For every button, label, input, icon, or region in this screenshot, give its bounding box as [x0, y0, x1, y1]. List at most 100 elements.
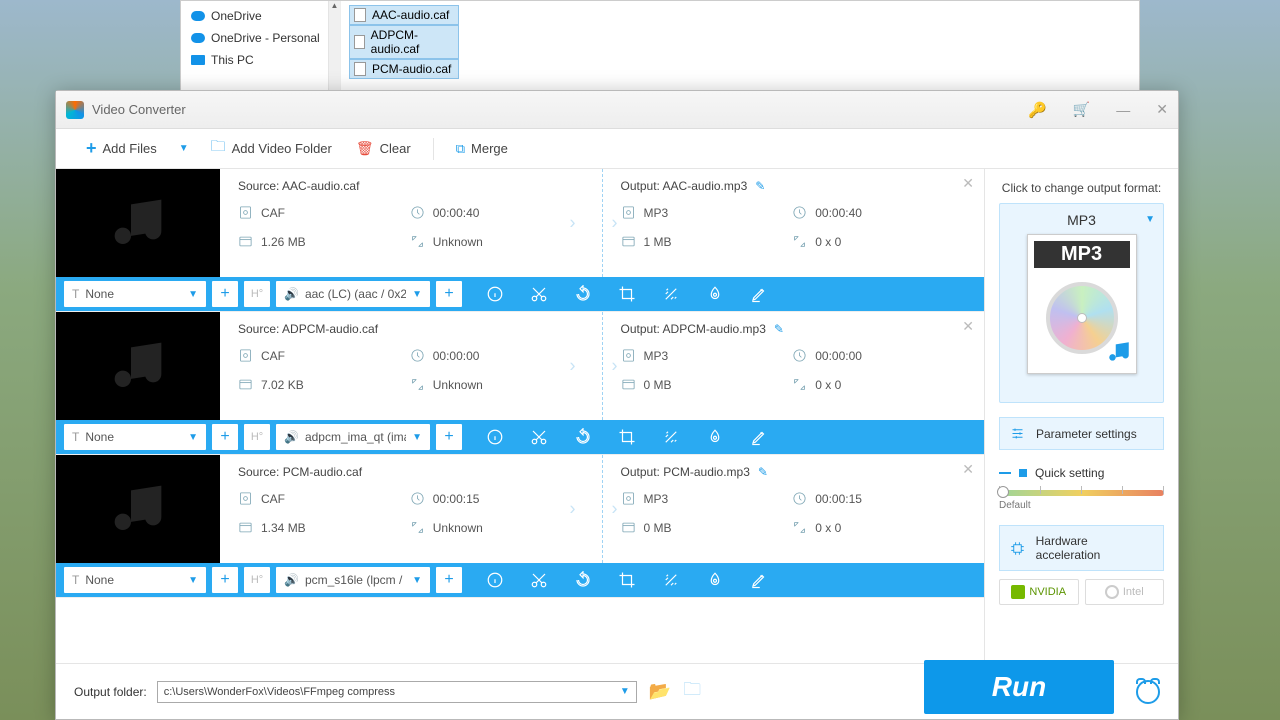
subtitle-edit-icon[interactable]: [750, 571, 768, 589]
explorer-files: AAC-audio.caf ADPCM-audio.caf PCM-audio.…: [341, 1, 1139, 91]
format-icon: [621, 205, 636, 220]
row-toolbar: TNone▼ + H° 🔊pcm_s16le (lpcm / 0▼ +: [56, 563, 984, 597]
hardware-sub-button[interactable]: H°: [244, 567, 270, 593]
add-audio-button[interactable]: +: [436, 567, 462, 593]
dimensions-icon: [792, 520, 807, 535]
add-files-button[interactable]: +Add Files: [76, 134, 167, 163]
gpu-intel[interactable]: Intel: [1085, 579, 1165, 605]
source-info: Source: ADPCM-audio.caf CAF 00:00:00 7.0…: [220, 312, 603, 420]
file-item[interactable]: ADPCM-audio.caf: [349, 25, 459, 59]
alarm-icon[interactable]: [1136, 680, 1160, 704]
subtitle-select[interactable]: TNone▼: [64, 567, 206, 593]
subtitle-select[interactable]: TNone▼: [64, 424, 206, 450]
watermark-icon[interactable]: [706, 571, 724, 589]
nav-this-pc[interactable]: This PC: [181, 49, 340, 71]
edit-output-button[interactable]: ✎: [755, 179, 765, 193]
remove-row-button[interactable]: ✕: [962, 461, 974, 478]
add-subtitle-button[interactable]: +: [212, 424, 238, 450]
add-files-dropdown[interactable]: ▼: [171, 143, 197, 154]
audio-codec-select[interactable]: 🔊adpcm_ima_qt (ima▼: [276, 424, 430, 450]
cut-icon[interactable]: [530, 285, 548, 303]
file-icon: [354, 8, 366, 22]
folder-locked-icon[interactable]: 🗀: [683, 677, 701, 707]
info-icon[interactable]: [486, 285, 504, 303]
add-audio-button[interactable]: +: [436, 424, 462, 450]
add-folder-button[interactable]: 🗀Add Video Folder: [201, 132, 342, 165]
music-note-icon: [110, 338, 166, 394]
add-audio-button[interactable]: +: [436, 281, 462, 307]
add-subtitle-button[interactable]: +: [212, 567, 238, 593]
subtitle-select[interactable]: TNone▼: [64, 281, 206, 307]
cloud-icon: [191, 11, 205, 21]
effects-icon[interactable]: [662, 428, 680, 446]
open-folder-button[interactable]: 📂: [649, 681, 671, 702]
parameter-settings-button[interactable]: Parameter settings: [999, 417, 1164, 450]
explorer-scrollbar[interactable]: ▲: [328, 1, 340, 91]
rotate-icon[interactable]: [574, 571, 592, 589]
watermark-icon[interactable]: [706, 285, 724, 303]
effects-icon[interactable]: [662, 571, 680, 589]
file-item[interactable]: PCM-audio.caf: [349, 59, 459, 79]
close-button[interactable]: ✕: [1156, 101, 1168, 118]
hardware-sub-button[interactable]: H°: [244, 281, 270, 307]
minimize-button[interactable]: —: [1116, 102, 1130, 118]
info-icon[interactable]: [486, 428, 504, 446]
cut-icon[interactable]: [530, 428, 548, 446]
nav-onedrive-personal[interactable]: OneDrive - Personal: [181, 27, 340, 49]
source-heading: Source: AAC-audio.caf: [238, 179, 582, 193]
cut-icon[interactable]: [530, 571, 548, 589]
thumbnail: [56, 169, 220, 277]
remove-row-button[interactable]: ✕: [962, 175, 974, 192]
file-icon: [354, 62, 366, 76]
dimensions-icon: [792, 377, 807, 392]
subtitle-edit-icon[interactable]: [750, 285, 768, 303]
rotate-icon[interactable]: [574, 285, 592, 303]
video-converter-window: Video Converter 🔑 🛒 — ✕ +Add Files ▼ 🗀Ad…: [55, 90, 1179, 720]
output-info: ✕ Output: ADPCM-audio.mp3 ✎ MP3 00:00:00…: [603, 312, 985, 420]
hardware-accel-button[interactable]: Hardware acceleration: [999, 525, 1164, 571]
crop-icon[interactable]: [618, 285, 636, 303]
rotate-icon[interactable]: [574, 428, 592, 446]
key-icon[interactable]: 🔑: [1028, 101, 1047, 119]
out-format: MP3: [621, 205, 793, 220]
app-title: Video Converter: [92, 102, 1028, 117]
sliders-icon: [1010, 426, 1026, 441]
merge-button[interactable]: ⧉Merge: [446, 137, 518, 161]
quality-slider[interactable]: [999, 490, 1164, 496]
src-size: 1.26 MB: [238, 234, 410, 249]
crop-icon[interactable]: [618, 428, 636, 446]
slider-knob[interactable]: [997, 486, 1009, 498]
dimensions-icon: [410, 234, 425, 249]
subtitle-edit-icon[interactable]: [750, 428, 768, 446]
effects-icon[interactable]: [662, 285, 680, 303]
edit-output-button[interactable]: ✎: [758, 465, 768, 479]
run-button[interactable]: Run: [924, 660, 1114, 714]
file-list: Source: AAC-audio.caf CAF 00:00:40 1.26 …: [56, 169, 984, 663]
src-format: CAF: [238, 205, 410, 220]
src-duration: 00:00:00: [410, 348, 582, 363]
gpu-nvidia[interactable]: NVIDIA: [999, 579, 1079, 605]
row-toolbar: TNone▼ + H° 🔊adpcm_ima_qt (ima▼ +: [56, 420, 984, 454]
format-icon: [621, 491, 636, 506]
audio-codec-select[interactable]: 🔊pcm_s16le (lpcm / 0▼: [276, 567, 430, 593]
clear-button[interactable]: 🗑Clear: [346, 136, 421, 161]
cloud-icon: [191, 33, 205, 43]
remove-row-button[interactable]: ✕: [962, 318, 974, 335]
cart-icon[interactable]: 🛒: [1073, 101, 1090, 118]
dimensions-icon: [792, 234, 807, 249]
out-duration: 00:00:15: [792, 491, 964, 506]
edit-output-button[interactable]: ✎: [774, 322, 784, 336]
output-format-selector[interactable]: MP3▼ MP3: [999, 203, 1164, 403]
hardware-sub-button[interactable]: H°: [244, 424, 270, 450]
src-duration: 00:00:15: [410, 491, 582, 506]
audio-codec-select[interactable]: 🔊aac (LC) (aac / 0x20▼: [276, 281, 430, 307]
output-folder-label: Output folder:: [74, 685, 147, 699]
file-item[interactable]: AAC-audio.caf: [349, 5, 459, 25]
source-heading: Source: ADPCM-audio.caf: [238, 322, 582, 336]
nav-onedrive[interactable]: OneDrive: [181, 5, 340, 27]
add-subtitle-button[interactable]: +: [212, 281, 238, 307]
crop-icon[interactable]: [618, 571, 636, 589]
output-folder-path[interactable]: c:\Users\WonderFox\Videos\FFmpeg compres…: [157, 681, 637, 703]
info-icon[interactable]: [486, 571, 504, 589]
watermark-icon[interactable]: [706, 428, 724, 446]
